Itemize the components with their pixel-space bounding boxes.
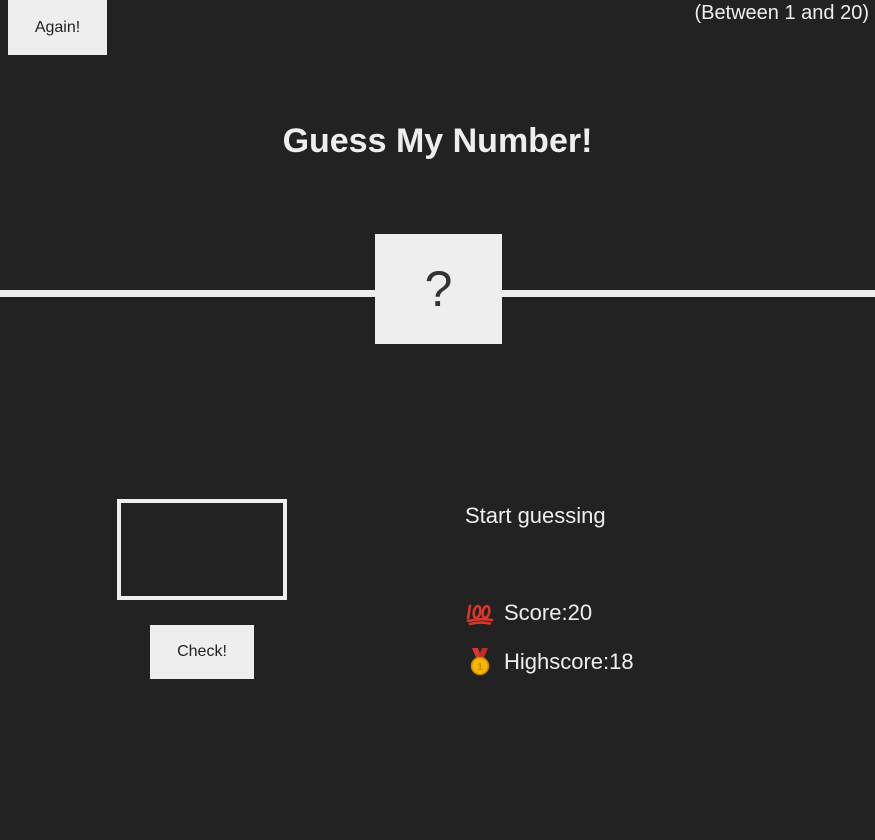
status-message: Start guessing <box>465 503 606 528</box>
highscore-row: 1 Highscore: 18 <box>465 647 634 677</box>
secret-number-box: ? <box>375 234 502 344</box>
highscore-label: Highscore: <box>504 649 610 674</box>
score-label: Score: <box>504 600 568 625</box>
svg-text:1: 1 <box>477 662 483 673</box>
check-button[interactable]: Check! <box>150 625 254 679</box>
guess-input[interactable] <box>117 499 287 600</box>
score-value: 20 <box>567 600 593 625</box>
game-page: Again! (Between 1 and 20) Guess My Numbe… <box>0 0 875 840</box>
hundred-points-icon <box>465 598 495 628</box>
range-hint: (Between 1 and 20) <box>694 2 869 24</box>
page-title: Guess My Number! <box>282 122 593 160</box>
medal-icon: 1 <box>465 647 495 677</box>
again-button[interactable]: Again! <box>8 0 107 55</box>
score-row: Score: 20 <box>465 598 592 628</box>
highscore-value: 18 <box>609 649 634 674</box>
